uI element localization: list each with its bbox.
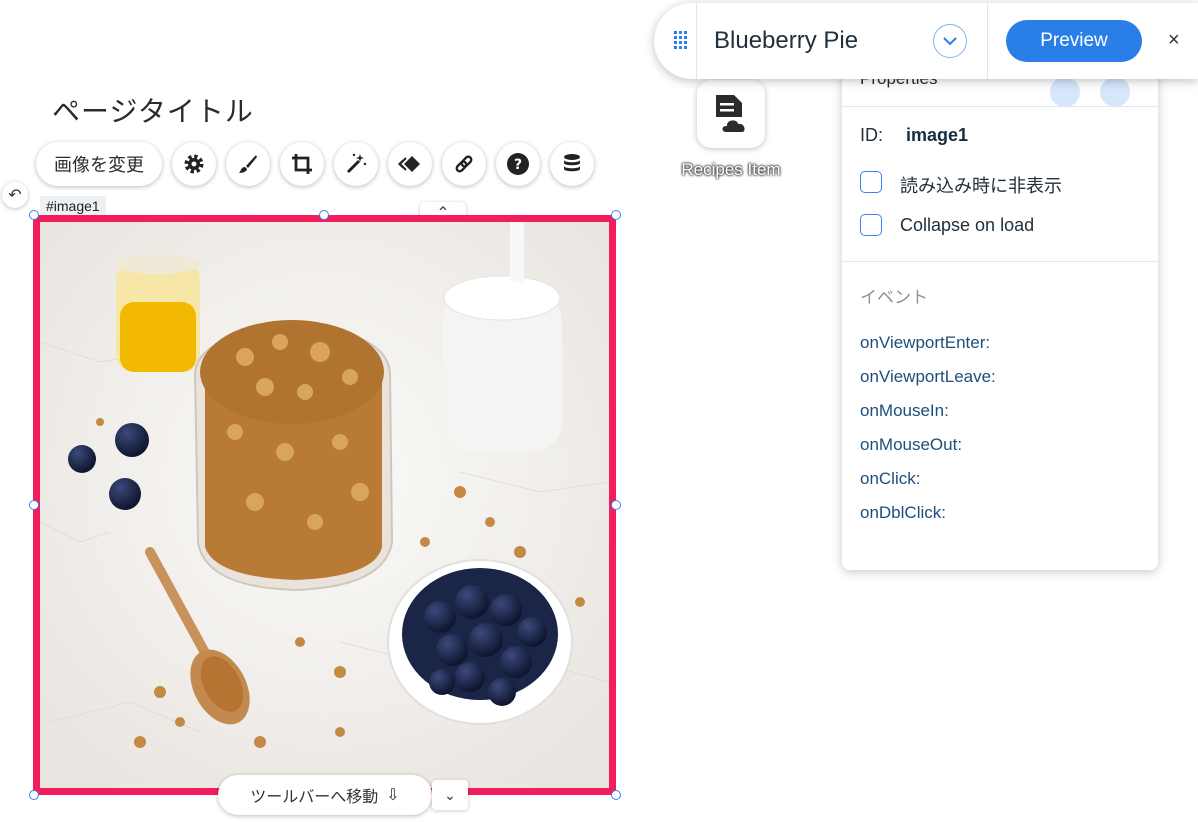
dataset-item[interactable] <box>697 80 765 148</box>
collapse-on-load-checkbox[interactable] <box>860 214 882 236</box>
design-button[interactable] <box>226 142 270 186</box>
enhance-button[interactable] <box>334 142 378 186</box>
database-icon <box>564 154 580 172</box>
event-link[interactable]: onMouseOut: <box>860 435 962 455</box>
panel-close-icon[interactable] <box>1100 77 1130 107</box>
resize-handle[interactable] <box>29 500 39 510</box>
item-dropdown-button[interactable] <box>933 24 967 58</box>
dataset-label: Recipes Item <box>681 160 781 179</box>
crop-icon <box>292 154 312 174</box>
id-label: ID: <box>860 125 884 145</box>
help-button[interactable]: ? <box>496 142 540 186</box>
stretch-handle-icon[interactable]: ⌄ <box>432 780 468 810</box>
divider <box>842 106 1158 107</box>
resize-handle[interactable] <box>611 210 621 220</box>
top-bar: Blueberry Pie Preview × <box>654 3 1198 79</box>
properties-panel: Properties ID: image1 読み込み時に非表示 Collapse… <box>842 55 1158 570</box>
crop-button[interactable] <box>280 142 324 186</box>
settings-button[interactable] <box>172 142 216 186</box>
event-link[interactable]: onClick: <box>860 469 920 489</box>
event-link[interactable]: onViewportEnter: <box>860 333 990 353</box>
hidden-on-load-checkbox[interactable] <box>860 171 882 193</box>
preview-button[interactable]: Preview <box>1006 20 1142 62</box>
gear-icon <box>184 154 204 174</box>
selected-image[interactable] <box>33 215 616 795</box>
move-to-toolbar-button[interactable]: ツールバーへ移動 ⇩ <box>218 775 432 815</box>
id-value-field[interactable]: image1 <box>906 125 968 146</box>
element-toolbar: 画像を変更 ? <box>36 140 594 188</box>
rotate-icon[interactable]: ↶ <box>2 182 28 208</box>
event-link[interactable]: onDblClick: <box>860 503 946 523</box>
link-button[interactable] <box>442 142 486 186</box>
resize-handle[interactable] <box>611 790 621 800</box>
magic-wand-icon <box>346 153 367 174</box>
animation-icon <box>398 156 420 172</box>
event-link[interactable]: onMouseIn: <box>860 401 949 421</box>
close-icon[interactable]: × <box>1168 29 1180 52</box>
connect-data-button[interactable] <box>550 142 594 186</box>
svg-text:?: ? <box>514 157 522 173</box>
resize-handle[interactable] <box>29 210 39 220</box>
divider <box>842 261 1158 262</box>
element-id-tag: #image1 <box>40 196 106 216</box>
document-cloud-icon <box>716 95 747 134</box>
change-image-button[interactable]: 画像を変更 <box>36 142 162 186</box>
animation-button[interactable] <box>388 142 432 186</box>
page-title: ページタイトル <box>52 95 254 128</box>
arrow-down-icon: ⇩ <box>386 787 400 804</box>
divider <box>696 3 697 79</box>
resize-handle[interactable] <box>319 210 329 220</box>
drag-handle-icon[interactable] <box>674 31 688 51</box>
events-title: イベント <box>860 288 928 307</box>
move-to-toolbar-label: ツールバーへ移動 <box>250 789 379 806</box>
event-link[interactable]: onViewportLeave: <box>860 367 996 387</box>
collapse-on-load-label: Collapse on load <box>900 215 1035 235</box>
resize-handle[interactable] <box>29 790 39 800</box>
divider <box>987 3 988 79</box>
resize-handle[interactable] <box>611 500 621 510</box>
link-icon <box>455 155 473 173</box>
brush-icon <box>239 155 257 173</box>
granola-photo <box>40 222 609 788</box>
hidden-on-load-label: 読み込み時に非表示 <box>900 176 1062 196</box>
panel-help-icon[interactable] <box>1050 77 1080 107</box>
item-selector-title[interactable]: Blueberry Pie <box>714 27 858 55</box>
chevron-down-icon <box>943 37 957 46</box>
help-icon: ? <box>507 153 529 175</box>
